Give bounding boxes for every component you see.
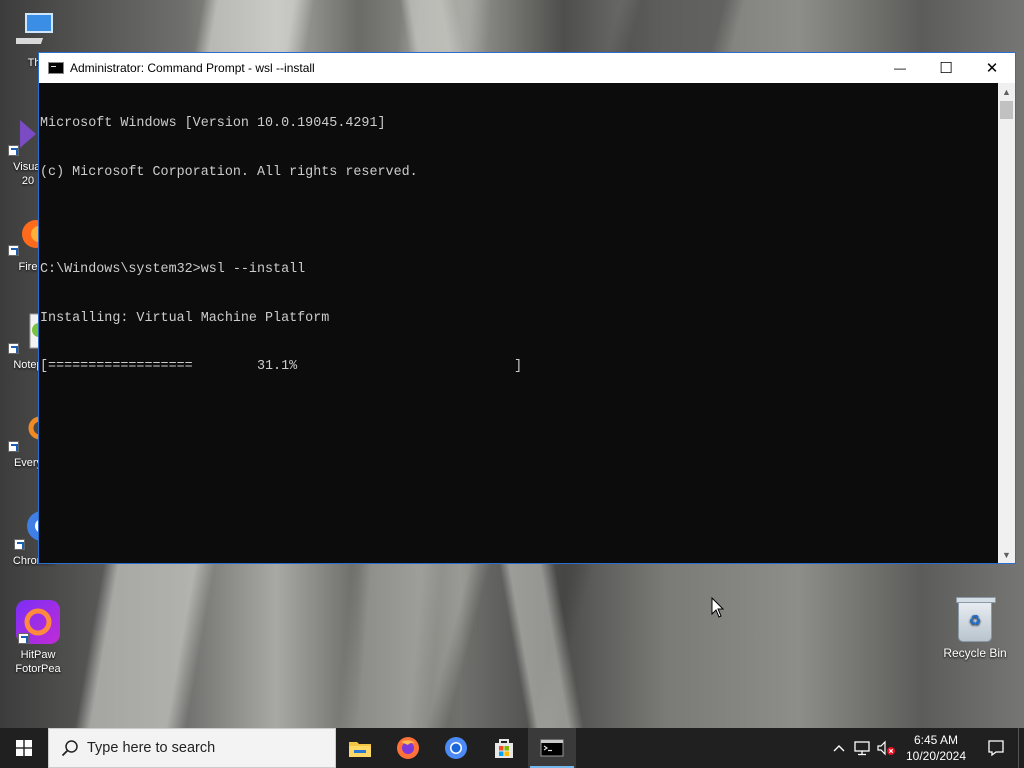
network-icon — [854, 741, 870, 756]
maximize-icon: ☐ — [939, 60, 953, 77]
taskbar-file-explorer[interactable] — [336, 728, 384, 768]
taskbar-search-box[interactable]: Type here to search — [48, 728, 336, 768]
command-prompt-icon — [540, 739, 564, 757]
minimize-icon: — — [894, 61, 906, 75]
chevron-up-icon: ▲ — [1002, 86, 1011, 97]
close-button[interactable]: ✕ — [969, 53, 1015, 83]
progress-line: [================== 31.1% ] — [40, 359, 523, 375]
desktop-icon-label: HitPaw FotorPea — [15, 649, 61, 675]
console-output[interactable]: Microsoft Windows [Version 10.0.19045.42… — [39, 83, 999, 563]
command-prompt-icon — [48, 62, 64, 74]
taskbar-firefox[interactable] — [384, 728, 432, 768]
clock-date: 10/20/2024 — [905, 749, 967, 763]
scroll-up-button[interactable]: ▲ — [998, 83, 1015, 100]
taskbar-chromium[interactable] — [432, 728, 480, 768]
desktop-icon-hitpaw[interactable]: HitPaw FotorPea — [0, 600, 76, 676]
taskbar-microsoft-store[interactable] — [480, 728, 528, 768]
recycle-bin-icon: ♻ — [956, 597, 996, 642]
scroll-thumb[interactable] — [1000, 101, 1013, 119]
windows-logo-icon — [16, 740, 32, 756]
notification-icon — [988, 740, 1004, 757]
command-prompt-window[interactable]: Administrator: Command Prompt - wsl --in… — [38, 52, 1016, 564]
chevron-up-icon — [833, 745, 845, 752]
window-titlebar[interactable]: Administrator: Command Prompt - wsl --in… — [39, 53, 1015, 83]
maximize-button[interactable]: ☐ — [923, 53, 969, 83]
search-placeholder: Type here to search — [87, 740, 216, 756]
hitpaw-icon — [16, 600, 60, 644]
system-tray: 6:45 AM 10/20/2024 — [828, 728, 1024, 768]
close-icon: ✕ — [985, 60, 999, 77]
network-status-button[interactable] — [850, 728, 874, 768]
console-line: C:\Windows\system32>wsl --install — [40, 262, 306, 278]
firefox-icon — [397, 737, 419, 759]
action-center-button[interactable] — [974, 728, 1018, 768]
microsoft-store-icon — [495, 739, 513, 758]
taskbar-clock[interactable]: 6:45 AM 10/20/2024 — [898, 728, 974, 768]
console-line: Microsoft Windows [Version 10.0.19045.42… — [40, 116, 386, 132]
start-button[interactable] — [0, 728, 48, 768]
scroll-down-button[interactable]: ▼ — [998, 546, 1015, 563]
console-line: Installing: Virtual Machine Platform — [40, 310, 330, 326]
window-title: Administrator: Command Prompt - wsl --in… — [70, 61, 315, 75]
desktop-icon-label: Recycle Bin — [943, 646, 1007, 660]
search-icon — [61, 740, 78, 757]
show-hidden-icons-button[interactable] — [828, 728, 850, 768]
computer-icon — [10, 8, 60, 52]
desktop-icon-recycle-bin[interactable]: ♻ Recycle Bin — [937, 597, 1013, 660]
volume-muted-icon — [877, 740, 895, 756]
vertical-scrollbar[interactable]: ▲ ▼ — [998, 83, 1015, 563]
minimize-button[interactable]: — — [877, 53, 923, 83]
show-desktop-button[interactable] — [1018, 728, 1024, 768]
clock-time: 6:45 AM — [913, 733, 959, 747]
file-explorer-icon — [349, 742, 371, 757]
chevron-down-icon: ▼ — [1002, 549, 1011, 560]
taskbar-command-prompt[interactable] — [528, 728, 576, 768]
taskbar: Type here to search 6:45 AM 10/20/2024 — [0, 728, 1024, 768]
console-line: (c) Microsoft Corporation. All rights re… — [40, 165, 418, 180]
chromium-icon — [445, 737, 467, 759]
volume-button[interactable] — [874, 728, 898, 768]
